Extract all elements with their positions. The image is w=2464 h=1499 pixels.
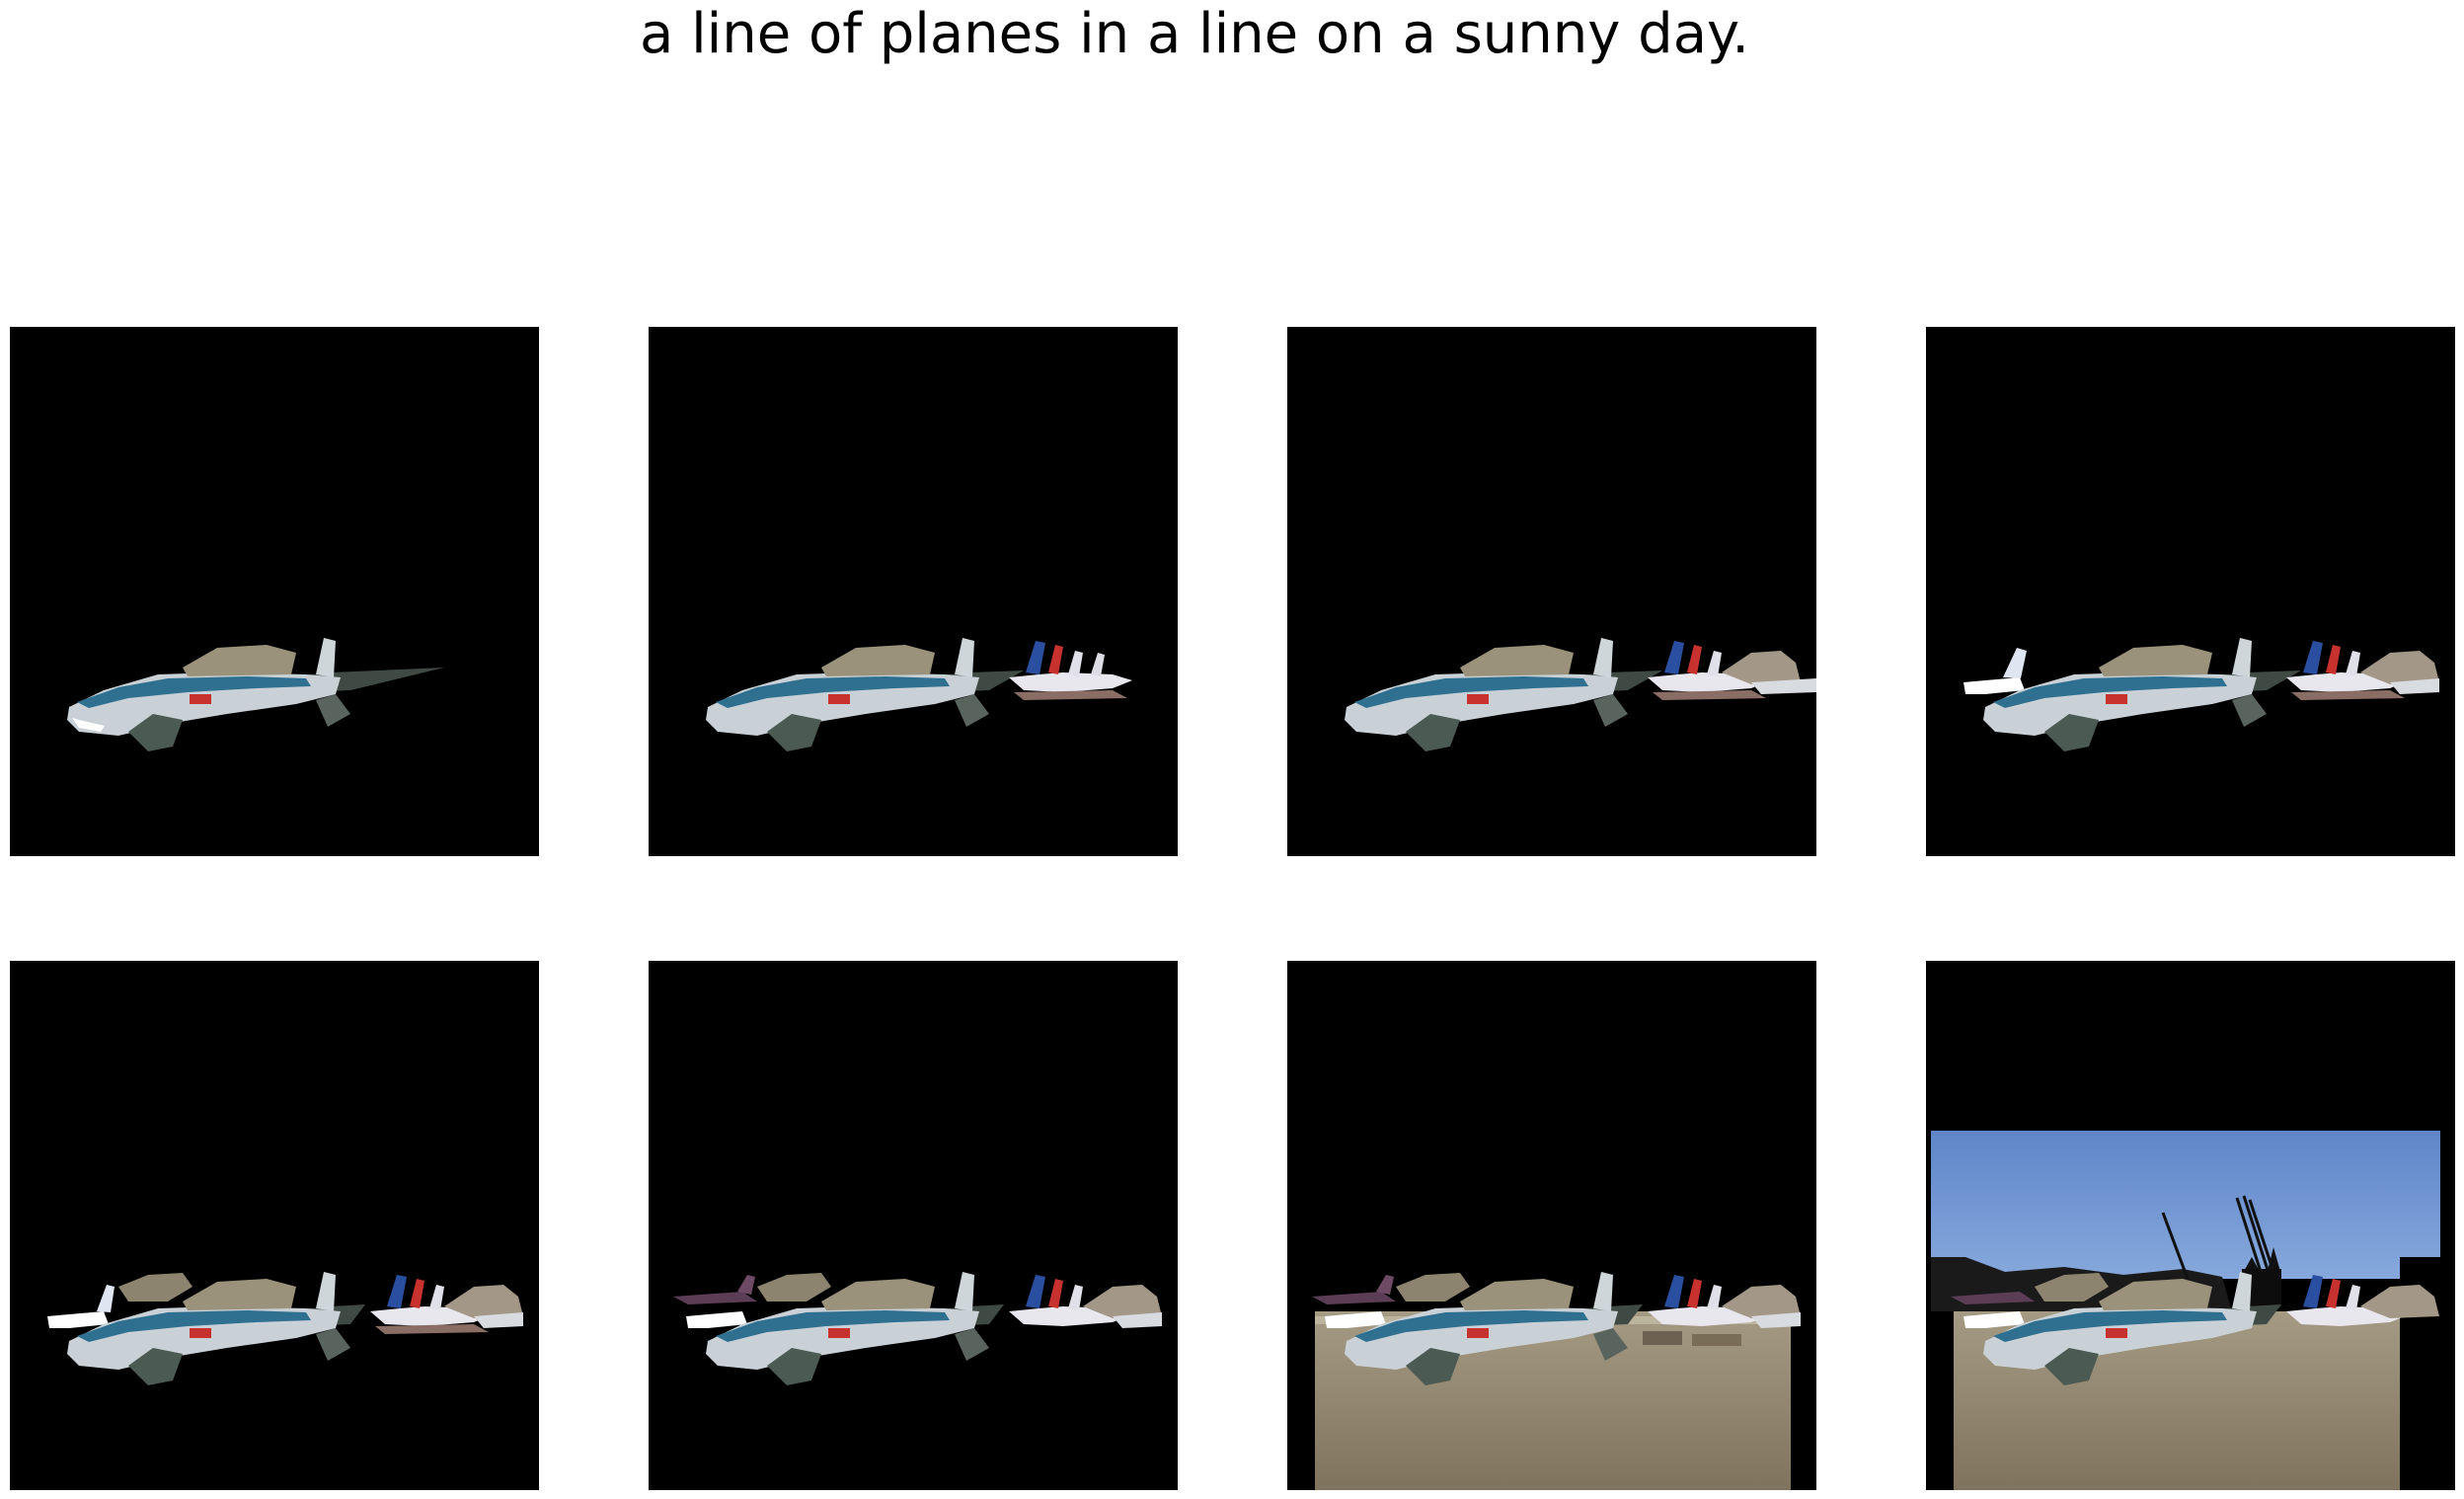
- maroon-jet-left-image: [673, 1275, 757, 1304]
- white-jet-left-image: [47, 1285, 115, 1328]
- generation-panel-5: [10, 961, 539, 1490]
- panel-5-image: [47, 1272, 523, 1385]
- maroon-jet-left-image: [1312, 1275, 1396, 1304]
- panel-3-image: [1345, 638, 1816, 751]
- figure-caption: a line of planes in a line on a sunny da…: [639, 2, 1750, 66]
- formation-jets-right-image: [1009, 641, 1132, 700]
- generation-panel-3: [1287, 327, 1816, 856]
- shark-nose-jet-image: [67, 638, 444, 751]
- shark-nose-jet-image: [706, 638, 1024, 751]
- panel-6-image: [673, 1272, 1162, 1385]
- generation-panel-8: [1926, 961, 2455, 1490]
- panel-1-image: [67, 638, 444, 751]
- generation-panel-6: [649, 961, 1178, 1490]
- panel-7-image: [1312, 1272, 1801, 1490]
- generation-panel-7: [1287, 961, 1816, 1490]
- white-jet-left-image: [1964, 648, 2027, 694]
- panel-2-image: [706, 638, 1132, 751]
- white-jet-left-image: [686, 1311, 747, 1328]
- tan-jet-left-image: [1396, 1273, 1470, 1302]
- tan-jet-left-image: [118, 1273, 192, 1302]
- panel-4-image: [1964, 638, 2439, 751]
- generation-panel-1: [10, 327, 539, 856]
- generation-panel-4: [1926, 327, 2455, 856]
- tan-jet-left-image: [757, 1273, 831, 1302]
- shark-nose-jet-image: [1345, 638, 1662, 751]
- blue-sky-image: [1931, 1131, 2440, 1279]
- panel-8-image: [1931, 1131, 2455, 1490]
- shark-nose-jet-image: [1983, 638, 2301, 751]
- generation-panel-2: [649, 327, 1178, 856]
